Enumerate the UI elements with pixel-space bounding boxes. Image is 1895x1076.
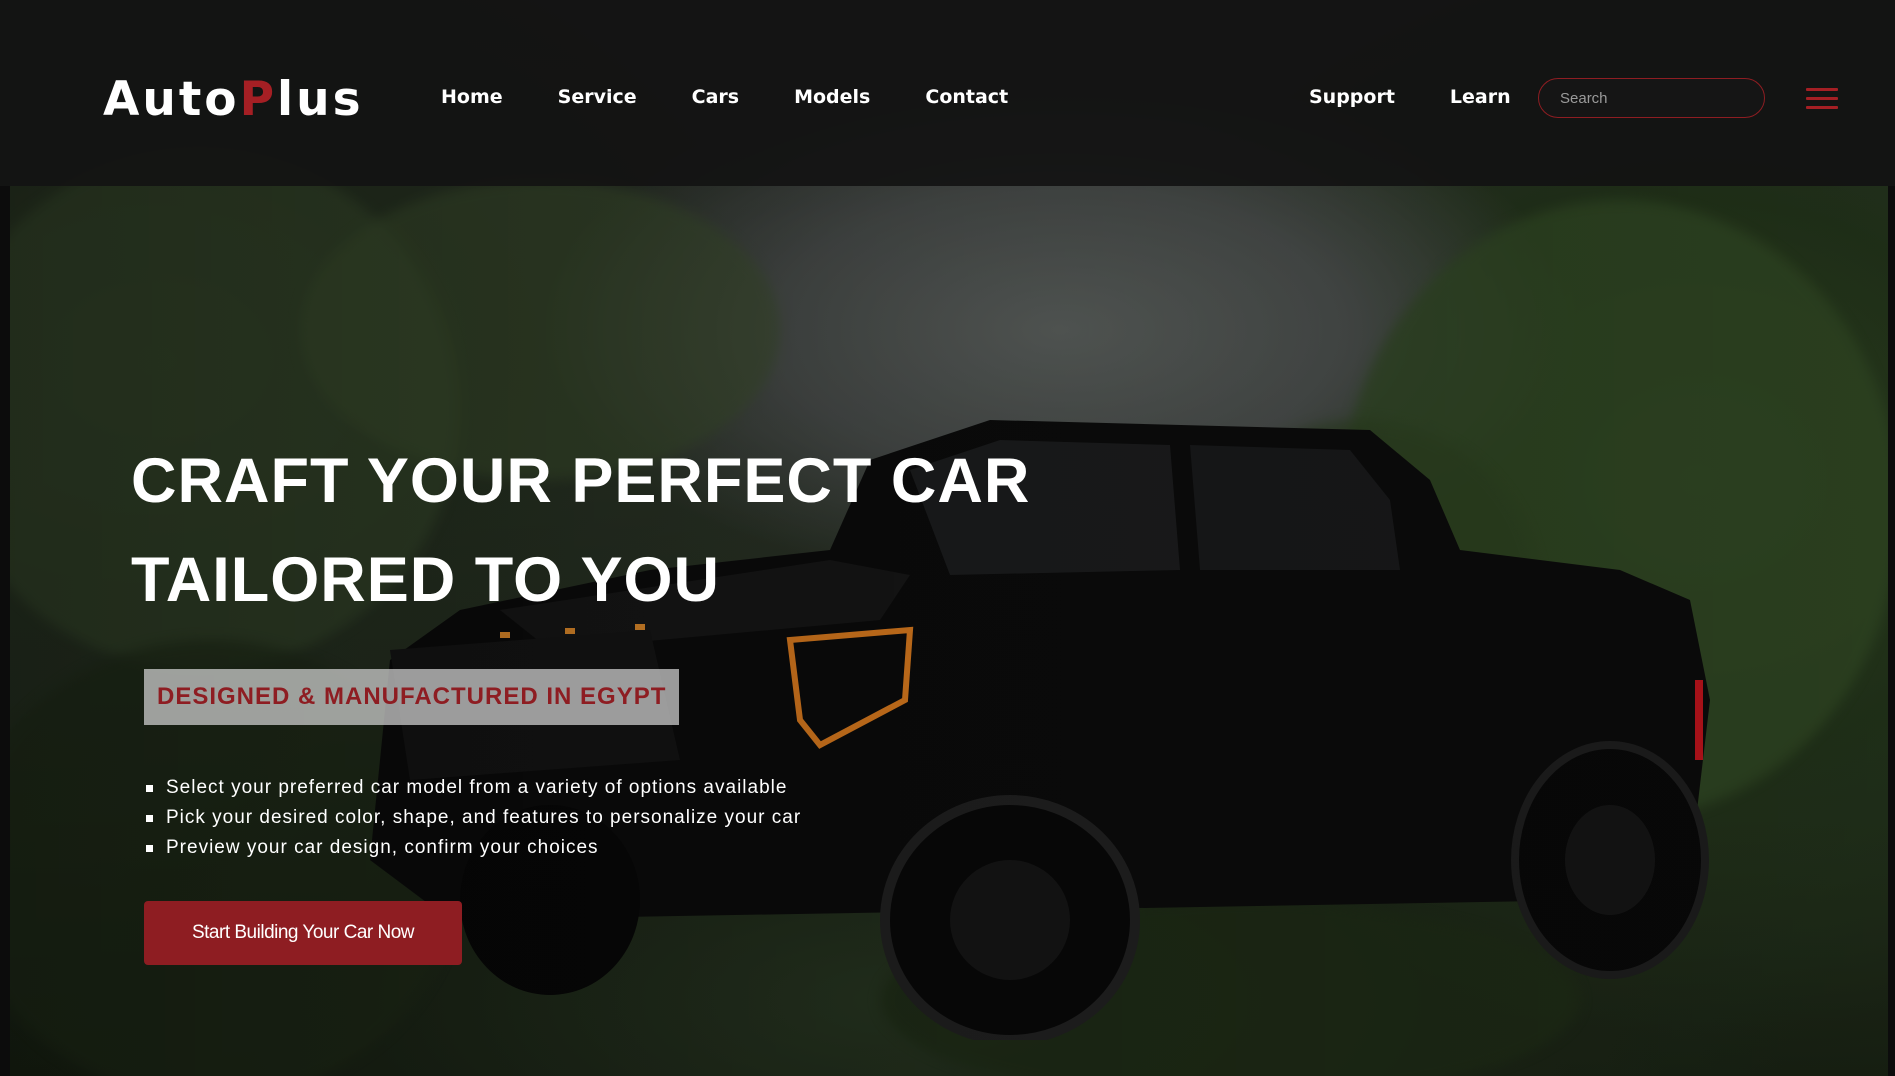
list-item: Select your preferred car model from a v… xyxy=(146,773,801,803)
secondary-nav: Support Learn xyxy=(1309,86,1566,108)
hero-headline: CRAFT YOUR PERFECT CAR TAILORED TO YOU xyxy=(131,432,1030,630)
nav-contact[interactable]: Contact xyxy=(925,86,1008,108)
right-frame-edge xyxy=(1888,186,1895,1076)
headline-line-2: TAILORED TO YOU xyxy=(131,545,721,615)
hamburger-menu-icon[interactable] xyxy=(1806,88,1838,110)
start-building-button[interactable]: Start Building Your Car Now xyxy=(144,901,462,965)
primary-nav: Home Service Cars Models Contact xyxy=(441,86,1063,108)
logo-text-accent: P xyxy=(239,72,278,127)
brand-logo[interactable]: AutoPlus xyxy=(103,72,364,127)
nav-home[interactable]: Home xyxy=(441,86,503,108)
logo-text-lus: lus xyxy=(277,72,364,127)
nav-service[interactable]: Service xyxy=(558,86,637,108)
list-item: Pick your desired color, shape, and feat… xyxy=(146,803,801,833)
nav-cars[interactable]: Cars xyxy=(692,86,739,108)
headline-line-1: CRAFT YOUR PERFECT CAR xyxy=(131,446,1031,516)
nav-support[interactable]: Support xyxy=(1309,86,1395,108)
left-frame-edge xyxy=(0,186,10,1076)
search-input[interactable] xyxy=(1538,78,1765,118)
nav-models[interactable]: Models xyxy=(794,86,870,108)
menu-bar xyxy=(1806,106,1838,109)
logo-text-auto: Auto xyxy=(103,72,240,127)
menu-bar xyxy=(1806,97,1838,100)
site-header: AutoPlus Home Service Cars Models Contac… xyxy=(0,0,1895,186)
menu-bar xyxy=(1806,88,1838,91)
nav-learn[interactable]: Learn xyxy=(1450,86,1511,108)
feature-list: Select your preferred car model from a v… xyxy=(146,773,801,863)
list-item: Preview your car design, confirm your ch… xyxy=(146,833,801,863)
tagline-badge: DESIGNED & MANUFACTURED IN EGYPT xyxy=(144,669,679,725)
